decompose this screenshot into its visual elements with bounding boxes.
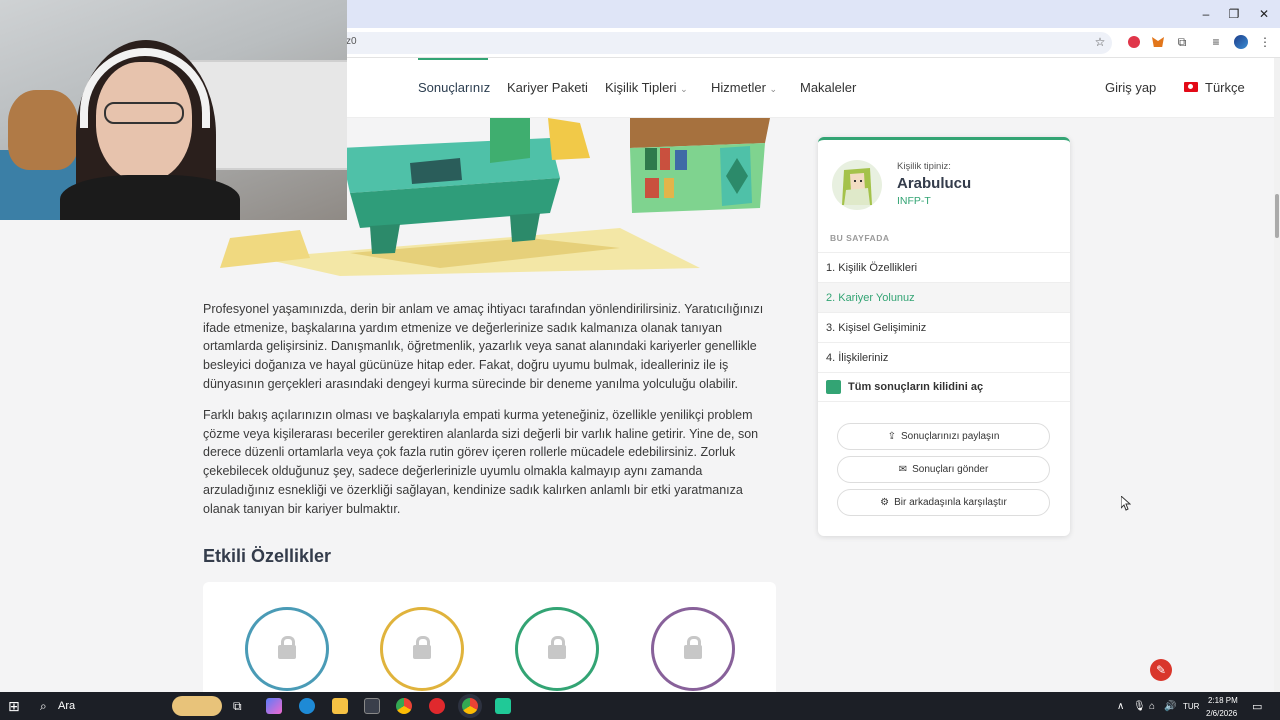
language-selector[interactable]: Türkçe (1205, 80, 1245, 95)
webcam-person-body (60, 175, 240, 220)
toc-item-career[interactable]: 2. Kariyer Yolunuz (818, 282, 1070, 312)
page-scrollbar[interactable] (1274, 58, 1280, 692)
close-button[interactable]: ✕ (1246, 0, 1280, 28)
input-language[interactable]: TUR (1183, 692, 1199, 720)
nav-services-label: Hizmetler (711, 80, 766, 95)
extension-metamask-icon[interactable] (1150, 34, 1166, 50)
lock-icon (278, 636, 296, 659)
extension-adblock-icon[interactable] (1126, 34, 1142, 50)
opera-icon[interactable] (429, 698, 445, 714)
tray-chevron-icon[interactable]: ∧ (1117, 692, 1124, 720)
webcam-overlay (0, 0, 347, 220)
lock-icon (548, 636, 566, 659)
reading-list-icon[interactable]: ≡ (1208, 34, 1224, 50)
chevron-down-icon: ⌄ (769, 84, 778, 94)
nav-services[interactable]: Hizmetler ⌄ (711, 80, 777, 95)
section-title-influential-traits: Etkili Özellikler (203, 546, 332, 566)
clock-time[interactable]: 2:18 PM (1208, 693, 1238, 707)
locked-trait-3[interactable] (515, 607, 599, 691)
url-text[interactable]: z0 (346, 36, 357, 47)
taskbar-search[interactable]: Ara (58, 692, 75, 720)
taskbar-widget-image[interactable] (172, 696, 222, 716)
toc-item-label: 1. Kişilik Özellikleri (826, 261, 918, 274)
notifications-icon[interactable]: ▭ (1252, 692, 1262, 720)
toc-item-label: 2. Kariyer Yolunuz (826, 291, 915, 304)
nav-personality-types-label: Kişilik Tipleri (605, 80, 677, 95)
locked-trait-4[interactable] (651, 607, 735, 691)
chrome-active-icon[interactable] (462, 698, 478, 714)
type-label: Kişilik tipiniz: (897, 161, 951, 172)
windows-start-icon[interactable]: ⊞ (8, 692, 20, 720)
unlock-label: Tüm sonuçların kilidini aç (848, 381, 984, 393)
toc-item-relationships[interactable]: 4. İlişkileriniz (818, 342, 1070, 372)
on-this-page-heading: BU SAYFADA (830, 233, 890, 243)
extensions-puzzle-icon[interactable]: ⧉ (1174, 34, 1190, 50)
search-icon[interactable]: ⌕ (40, 692, 47, 720)
send-results-button[interactable]: ✉ Sonuçları gönder (837, 456, 1050, 483)
send-label: Sonuçları gönder (912, 464, 989, 475)
toc-item-label: 4. İlişkileriniz (826, 351, 889, 364)
nav-results[interactable]: Sonuçlarınız (418, 80, 490, 95)
type-code: INFP-T (897, 195, 931, 207)
nav-career-package[interactable]: Kariyer Paketi (507, 80, 588, 95)
toc-item-growth[interactable]: 3. Kişisel Gelişiminiz (818, 312, 1070, 342)
mouse-cursor-icon (1121, 496, 1131, 511)
nav-articles[interactable]: Makaleler (800, 80, 856, 95)
edge-icon[interactable] (299, 698, 315, 714)
clock-date[interactable]: 2/6/2026 (1206, 706, 1237, 720)
share-results-button[interactable]: ⇪ Sonuçlarınızı paylaşın (837, 423, 1050, 450)
file-explorer-icon[interactable] (332, 698, 348, 714)
turkey-flag-icon (1184, 82, 1198, 92)
copilot-icon[interactable] (266, 698, 282, 714)
nav-personality-types[interactable]: Kişilik Tipleri ⌄ (605, 80, 688, 95)
toc-item-label: 3. Kişisel Gelişiminiz (826, 321, 927, 334)
compare-icon: ⚙ (880, 497, 890, 508)
bookmark-star-icon[interactable]: ☆ (1092, 34, 1108, 50)
url-input[interactable] (300, 32, 1112, 54)
login-link[interactable]: Giriş yap (1105, 80, 1156, 95)
app-icon[interactable] (495, 698, 511, 714)
unlock-icon (826, 380, 841, 394)
profile-avatar-icon[interactable] (1233, 34, 1249, 50)
lock-icon (684, 636, 702, 659)
toc-item-traits[interactable]: 1. Kişilik Özellikleri (818, 252, 1070, 282)
network-icon[interactable]: ⌂ (1149, 692, 1155, 720)
scrollbar-thumb[interactable] (1275, 194, 1279, 238)
personality-avatar (832, 160, 882, 210)
browser-menu-icon[interactable]: ⋮ (1257, 34, 1273, 50)
locked-trait-1[interactable] (245, 607, 329, 691)
microphone-icon[interactable]: 🎙 (1133, 692, 1146, 720)
compare-label: Bir arkadaşınla karşılaştır (894, 497, 1007, 508)
lock-icon (413, 636, 431, 659)
store-icon[interactable] (364, 698, 380, 714)
active-nav-indicator (418, 58, 488, 60)
unlock-all-results-link[interactable]: Tüm sonuçların kilidini aç (818, 372, 1070, 402)
share-icon: ⇪ (887, 431, 896, 442)
career-paragraph-2: Farklı bakış açılarınızın olması ve başk… (203, 408, 759, 516)
career-paragraph-1: Profesyonel yaşamınızda, derin bir anlam… (203, 302, 764, 391)
task-view-icon[interactable]: ⧉ (233, 692, 242, 720)
share-label: Sonuçlarınızı paylaşın (901, 431, 1000, 442)
volume-icon[interactable]: 🔊 (1164, 692, 1176, 720)
locked-trait-2[interactable] (380, 607, 464, 691)
compare-friend-button[interactable]: ⚙ Bir arkadaşınla karşılaştır (837, 489, 1050, 516)
feather-badge-icon[interactable]: ✎ (1150, 659, 1172, 681)
envelope-icon: ✉ (898, 464, 908, 475)
chrome-icon[interactable] (396, 698, 412, 714)
type-name: Arabulucu (897, 175, 972, 192)
chevron-down-icon: ⌄ (680, 84, 688, 94)
webcam-teddy-bear (8, 90, 78, 170)
